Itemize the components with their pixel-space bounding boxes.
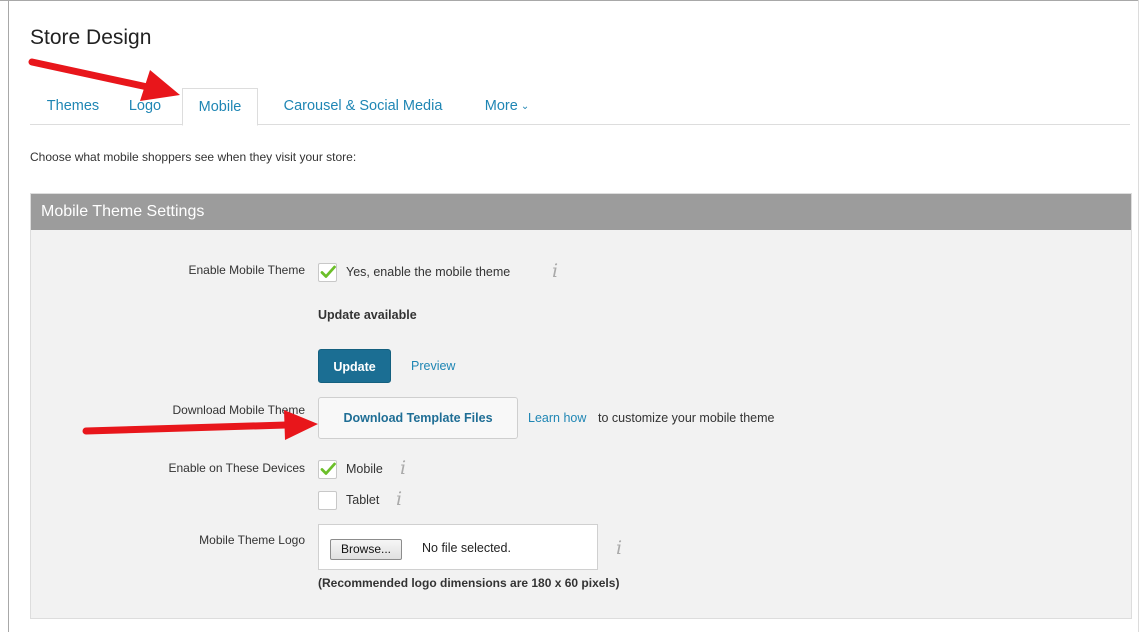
- enable-devices-label: Enable on These Devices: [168, 461, 305, 475]
- page-title: Store Design: [30, 26, 152, 49]
- window-top-border: [0, 0, 1138, 1]
- tab-mobile[interactable]: Mobile: [182, 88, 258, 126]
- tab-bar: Themes Logo Mobile Carousel & Social Med…: [30, 88, 1130, 126]
- info-icon[interactable]: i: [400, 457, 406, 479]
- tab-logo[interactable]: Logo: [122, 88, 168, 124]
- download-template-files-button[interactable]: Download Template Files: [318, 397, 518, 439]
- enable-mobile-theme-checkbox-label: Yes, enable the mobile theme: [346, 265, 511, 279]
- learn-how-text: to customize your mobile theme: [598, 411, 775, 425]
- tab-more[interactable]: More ⌄: [476, 88, 538, 124]
- tablet-checkbox[interactable]: [318, 491, 337, 510]
- browse-button[interactable]: Browse...: [330, 539, 402, 560]
- download-mobile-theme-label: Download Mobile Theme: [172, 403, 305, 417]
- file-status: No file selected.: [422, 541, 511, 555]
- tab-carousel-social-media[interactable]: Carousel & Social Media: [270, 88, 456, 124]
- mobile-checkbox[interactable]: [318, 460, 337, 479]
- checkmark-icon: [320, 265, 336, 278]
- chevron-down-icon: ⌄: [520, 101, 530, 112]
- enable-mobile-theme-label: Enable Mobile Theme: [188, 263, 305, 277]
- info-icon[interactable]: i: [396, 488, 402, 510]
- tablet-checkbox-label: Tablet: [346, 493, 380, 507]
- tab-more-label: More: [484, 98, 518, 114]
- mobile-theme-logo-label: Mobile Theme Logo: [199, 533, 305, 547]
- panel-title: Mobile Theme Settings: [31, 194, 1131, 230]
- logo-dimensions-hint: (Recommended logo dimensions are 180 x 6…: [318, 576, 620, 590]
- info-icon[interactable]: i: [552, 260, 558, 282]
- checkmark-icon: [320, 462, 336, 475]
- update-status: Update available: [318, 308, 417, 322]
- update-button[interactable]: Update: [318, 349, 391, 383]
- info-icon[interactable]: i: [616, 537, 622, 559]
- window-right-border: [1138, 0, 1139, 632]
- mobile-checkbox-label: Mobile: [346, 462, 383, 476]
- learn-how-link[interactable]: Learn how: [528, 411, 586, 425]
- logo-file-input[interactable]: Browse... No file selected.: [318, 524, 598, 570]
- intro-text: Choose what mobile shoppers see when the…: [30, 150, 357, 164]
- enable-mobile-theme-checkbox[interactable]: [318, 263, 337, 282]
- preview-link[interactable]: Preview: [411, 359, 455, 373]
- tab-themes[interactable]: Themes: [42, 88, 104, 124]
- window-left-border: [8, 0, 9, 632]
